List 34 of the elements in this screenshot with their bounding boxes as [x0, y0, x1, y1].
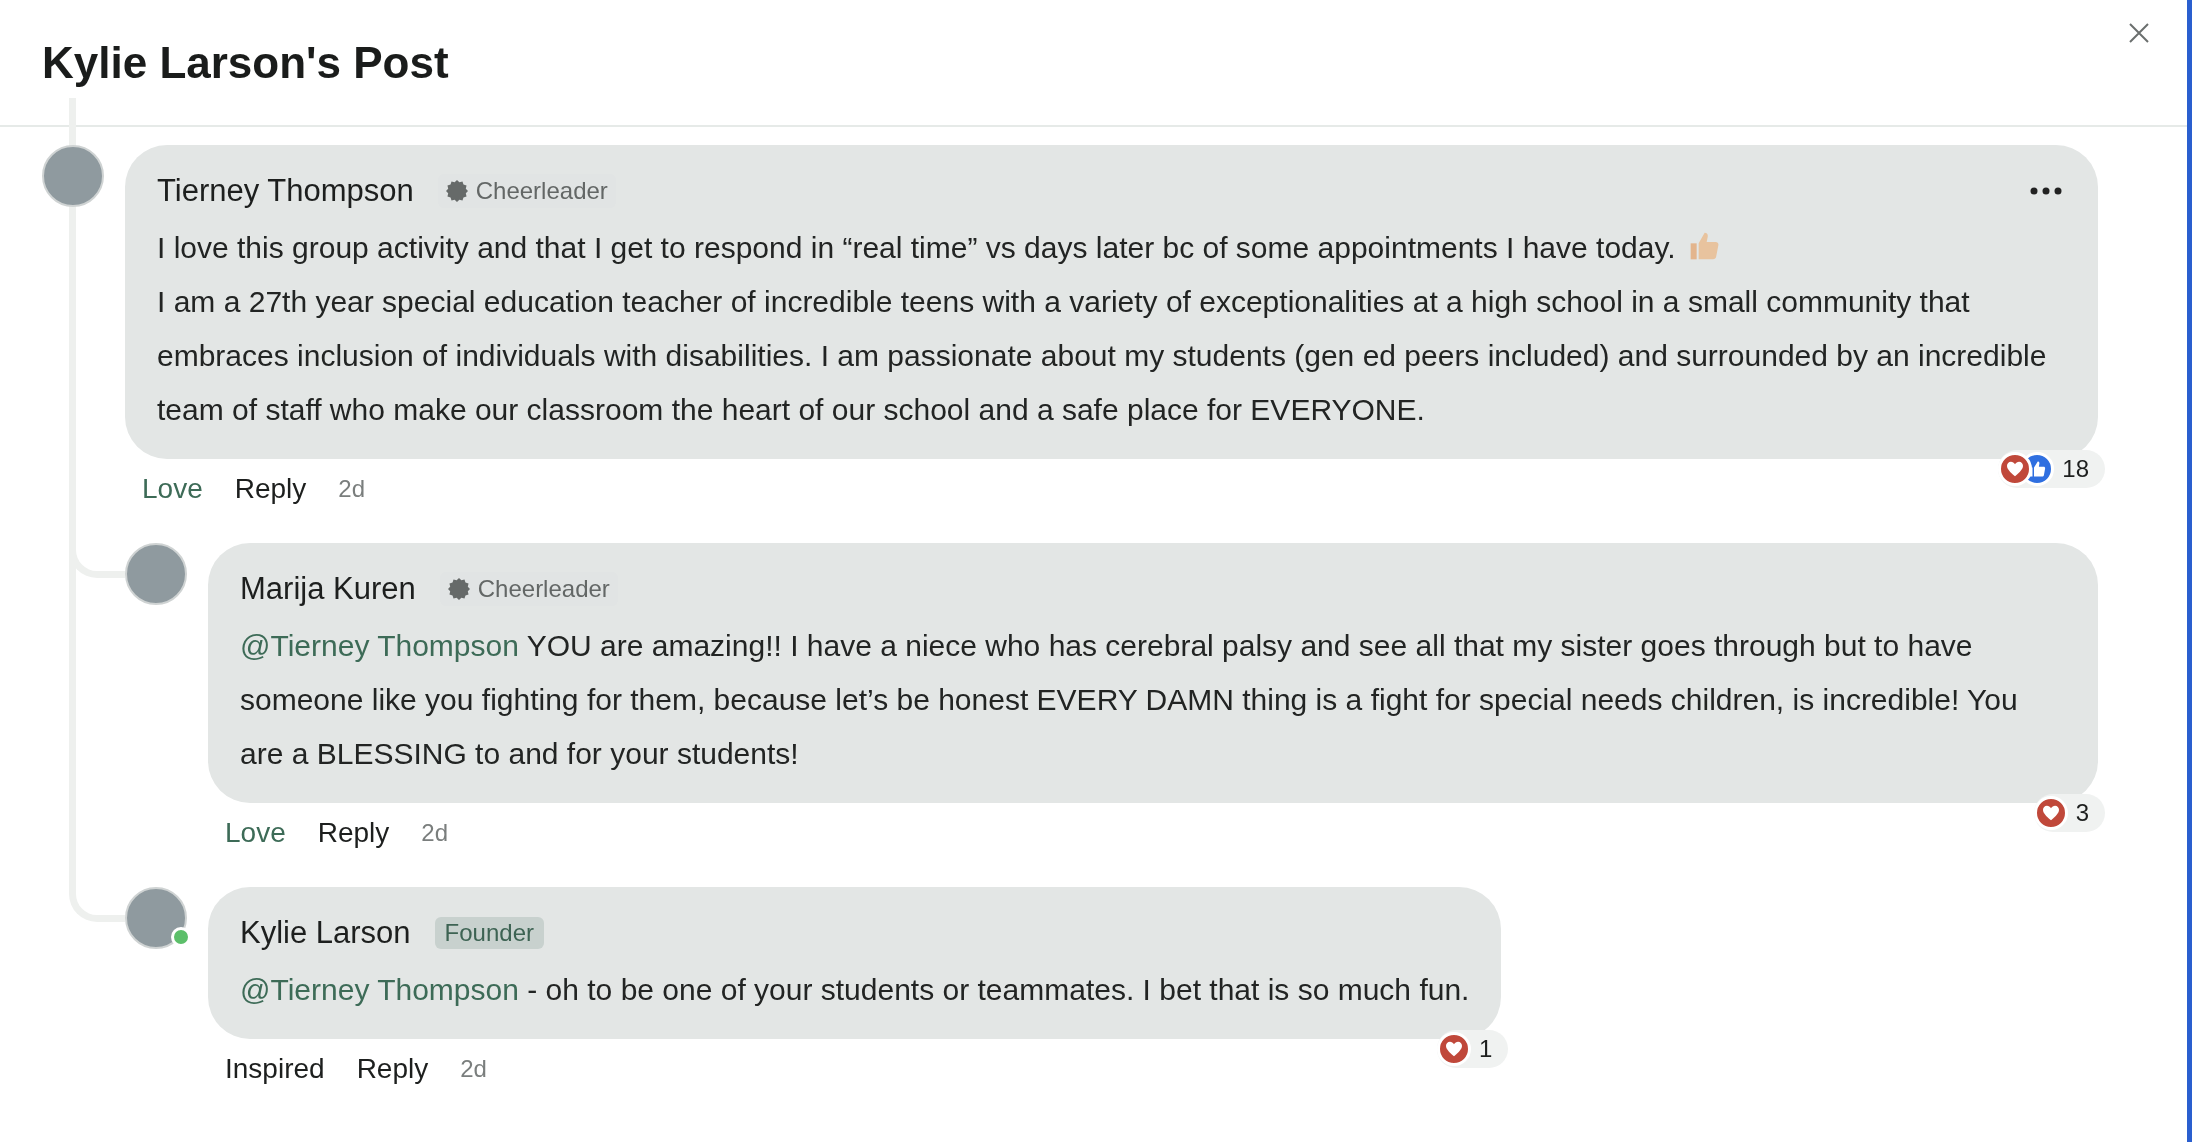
reaction-summary[interactable]: 1 — [1437, 1030, 1509, 1068]
rosette-badge-icon — [445, 180, 468, 202]
heart-reaction-icon — [1437, 1032, 1472, 1066]
mention-link[interactable]: @Tierney Thompson — [240, 973, 519, 1006]
reaction-summary[interactable]: 18 — [1998, 450, 2105, 488]
founder-badge: Founder — [434, 917, 544, 949]
comment-text: I love this group activity and that I get to respond in “real time” vs days later bc of some appointments I have today. — [157, 221, 2066, 275]
reaction-count: 1 — [1479, 1034, 1493, 1064]
dialog-title: Kylie Larson's Post — [42, 36, 449, 89]
author-name[interactable]: Marija Kuren — [240, 565, 416, 613]
badge-label: Cheerleader — [477, 574, 610, 604]
reply-button[interactable]: Reply — [356, 1048, 429, 1090]
comment-time: 2d — [338, 474, 365, 504]
reply-button[interactable]: Reply — [234, 468, 307, 510]
heart-reaction-icon — [1998, 452, 2033, 486]
reply-button[interactable]: Reply — [317, 812, 390, 854]
badge-label: Cheerleader — [475, 176, 608, 206]
author-name[interactable]: Kylie Larson — [240, 909, 411, 957]
react-button[interactable]: Love — [142, 468, 203, 510]
comment-text: I am a 27th year special education teacher of incredible teens with a variety of exceptionalities at a high school in a small community that embraces inclusion of individuals with disabilities. I am passionate about my students (gen ed peers included) and surrounded by an incredible team of staff who make our classroom the heart of our school and a safe place for EVERYONE. — [157, 284, 2048, 428]
more-icon — [2030, 187, 2062, 195]
heart-reaction-icon — [2033, 796, 2068, 830]
reaction-count: 3 — [2075, 798, 2089, 828]
reaction-summary[interactable]: 3 — [2033, 794, 2105, 832]
comment-time: 2d — [460, 1054, 487, 1084]
reaction-count: 18 — [2062, 454, 2089, 484]
react-button[interactable]: Inspired — [225, 1048, 325, 1090]
mention-link[interactable]: @Tierney Thompson — [240, 629, 519, 662]
rosette-badge-icon — [447, 578, 470, 600]
react-button[interactable]: Love — [225, 812, 286, 854]
comment-text: @Tierney Thompson - oh to be one of your students or teammates. I bet that is so much fun. — [240, 972, 1470, 1008]
author-name[interactable]: Tierney Thompson — [157, 167, 414, 215]
comment-time: 2d — [421, 818, 448, 848]
comment-text: @Tierney Thompson YOU are amazing!! I have a niece who has cerebral palsy and see all that my sister goes through but to have someone like you fighting for them, because let’s be honest EVERY DAMN thing is a fight for special needs children, is incredible! You are a BLESSING to and for your students! — [240, 628, 2019, 772]
